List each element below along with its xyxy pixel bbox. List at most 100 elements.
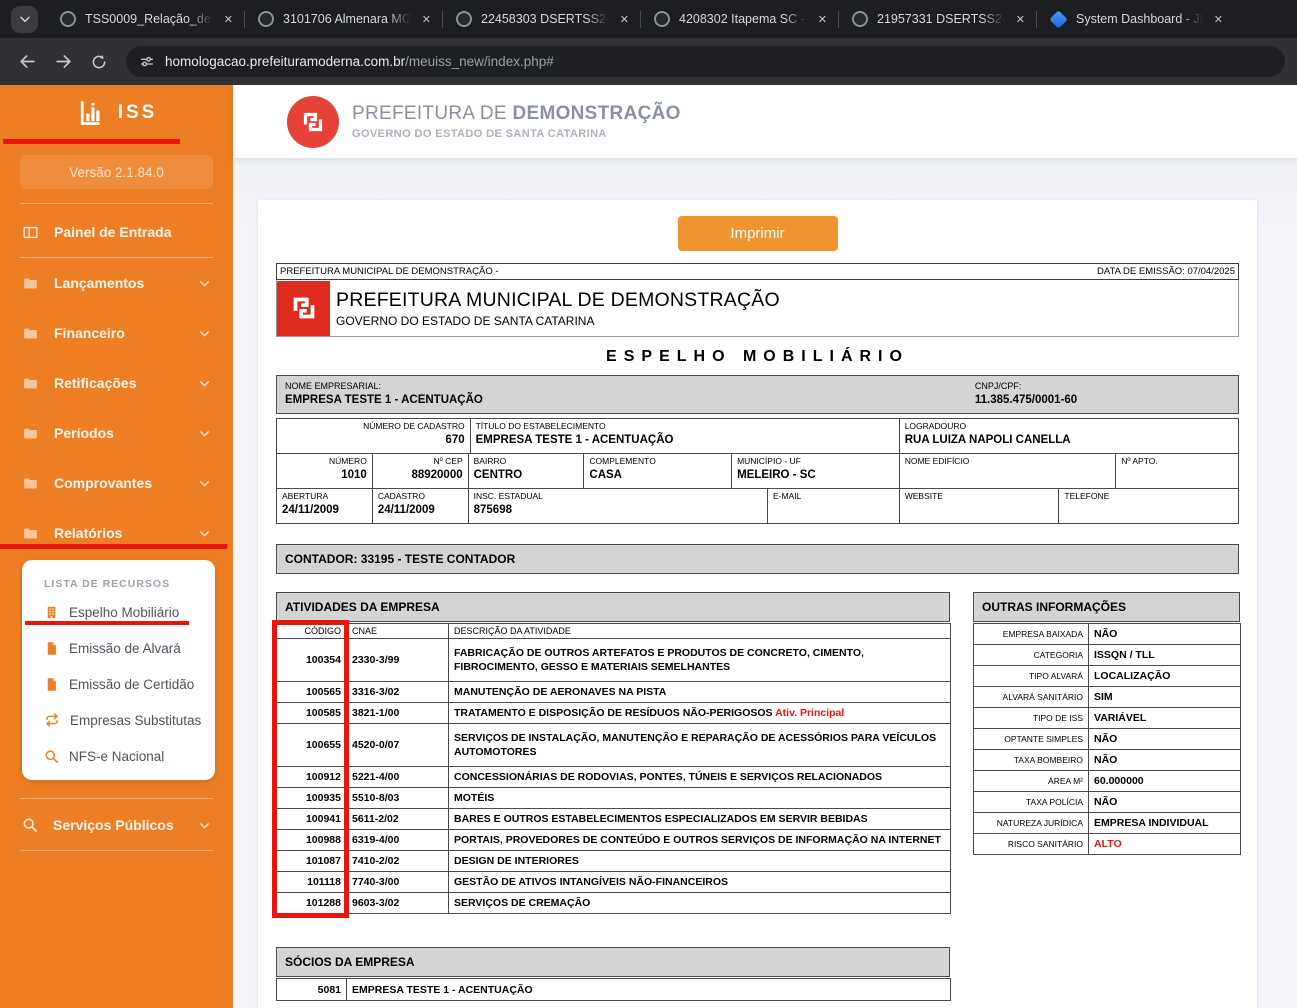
close-icon[interactable]: ✕ bbox=[420, 11, 433, 28]
folder-icon bbox=[22, 275, 39, 292]
activity-cnae: 6319-4/00 bbox=[347, 830, 449, 851]
version-button[interactable]: Versão 2.1.84.0 bbox=[20, 155, 213, 189]
document-meta-row: PREFEITURA MUNICIPAL DE DEMONSTRAÇÃO - D… bbox=[276, 263, 1239, 280]
print-button[interactable]: Imprimir bbox=[678, 216, 838, 251]
field-label: E-MAIL bbox=[773, 491, 894, 501]
field-value: 24/11/2009 bbox=[282, 504, 367, 516]
divider bbox=[20, 798, 213, 799]
table-row: CATEGORIAISSQN / TLL bbox=[974, 645, 1241, 666]
sidebar-item-lancamentos[interactable]: Lançamentos bbox=[0, 258, 233, 308]
sidebar-item-label: Retificações bbox=[54, 375, 183, 391]
browser-tab[interactable]: TSS0009_Relação_de_Mun ✕ bbox=[47, 11, 244, 28]
activity-code: 100941 bbox=[277, 809, 347, 830]
info-label: TAXA BOMBEIRO bbox=[974, 750, 1089, 771]
activity-description: TRATAMENTO E DISPOSIÇÃO DE RESÍDUOS NÃO-… bbox=[449, 703, 951, 724]
dashboard-icon bbox=[22, 224, 39, 241]
reload-button[interactable] bbox=[84, 47, 114, 77]
table-row: 1010877410-2/02DESIGN DE INTERIORES bbox=[277, 851, 951, 872]
site-favicon-icon bbox=[654, 11, 670, 27]
forward-button[interactable] bbox=[48, 47, 78, 77]
table-row: 1009886319-4/00PORTAIS, PROVEDORES DE CO… bbox=[277, 830, 951, 851]
browser-tab-jira[interactable]: System Dashboard - JIRA ✕ bbox=[1037, 11, 1234, 28]
table-row: 1009125221-4/00CONCESSIONÁRIAS DE RODOVI… bbox=[277, 767, 951, 788]
back-button[interactable] bbox=[12, 47, 42, 77]
field-label: CNPJ/CPF: bbox=[975, 381, 1230, 391]
submenu-item-emissao-de-certidao[interactable]: Emissão de Certidão bbox=[44, 666, 215, 702]
folder-icon bbox=[22, 525, 39, 542]
table-row: TAXA POLÍCIANÃO bbox=[974, 792, 1241, 813]
sidebar-item-label: Relatórios bbox=[54, 525, 183, 541]
field-value: RUA LUIZA NAPOLI CANELLA bbox=[905, 434, 1233, 446]
other-info-section: OUTRAS INFORMAÇÕES EMPRESA BAIXADANÃO CA… bbox=[973, 592, 1240, 855]
browser-tab[interactable]: 21957331 DSERTSS2-1674 ✕ bbox=[839, 11, 1036, 28]
info-value: NÃO bbox=[1089, 624, 1241, 645]
close-icon[interactable]: ✕ bbox=[222, 11, 235, 28]
submenu-item-label: NFS-e Nacional bbox=[69, 749, 164, 764]
info-label: RISCO SANITÁRIO bbox=[974, 834, 1089, 855]
activity-code: 100354 bbox=[277, 639, 347, 682]
browser-tab[interactable]: 3101706 Almenara MG - T ✕ bbox=[245, 11, 442, 28]
sidebar-item-painel-de-entrada[interactable]: Painel de Entrada bbox=[0, 207, 233, 257]
close-icon[interactable]: ✕ bbox=[1212, 11, 1225, 28]
browser-tab[interactable]: 22458303 DSERTSS2-1698 ✕ bbox=[443, 11, 640, 28]
close-icon[interactable]: ✕ bbox=[618, 11, 631, 28]
column-header-cnae: CNAE bbox=[347, 624, 449, 639]
table-row: 1012889603-3/02SERVIÇOS DE CREMAÇÃO bbox=[277, 893, 951, 914]
main-activity-badge: Ativ. Principal bbox=[775, 707, 844, 719]
activity-cnae: 5221-4/00 bbox=[347, 767, 449, 788]
address-bar[interactable]: homologacao.prefeituramoderna.com.br/meu… bbox=[126, 46, 1285, 77]
activity-code: 101087 bbox=[277, 851, 347, 872]
app-name: ISS bbox=[118, 102, 158, 124]
activity-cnae: 5510-8/03 bbox=[347, 788, 449, 809]
info-value: NÃO bbox=[1089, 750, 1241, 771]
sidebar-item-relatorios[interactable]: Relatórios bbox=[0, 508, 233, 558]
url-text: homologacao.prefeituramoderna.com.br/meu… bbox=[165, 54, 554, 69]
submenu-header: LISTA DE RECURSOS bbox=[44, 578, 215, 590]
field-value: CENTRO bbox=[474, 469, 579, 481]
activity-code: 100565 bbox=[277, 682, 347, 703]
field-label: INSC. ESTADUAL bbox=[474, 491, 762, 501]
close-icon[interactable]: ✕ bbox=[1014, 11, 1027, 28]
browser-tab[interactable]: 4208302 Itapema SC - TSS ✕ bbox=[641, 11, 838, 28]
submenu-item-emissao-de-alvara[interactable]: Emissão de Alvará bbox=[44, 630, 215, 666]
table-row: ÁREA M²60.000000 bbox=[974, 771, 1241, 792]
activity-description: PORTAIS, PROVEDORES DE CONTEÚDO E OUTROS… bbox=[449, 830, 951, 851]
bar-chart-icon bbox=[76, 98, 106, 128]
site-favicon-icon bbox=[258, 11, 274, 27]
info-value: NÃO bbox=[1089, 729, 1241, 750]
org-subtitle: GOVERNO DO ESTADO DE SANTA CATARINA bbox=[330, 314, 780, 328]
field-label: TELEFONE bbox=[1064, 491, 1233, 501]
sidebar-item-comprovantes[interactable]: Comprovantes bbox=[0, 458, 233, 508]
field-value: 24/11/2009 bbox=[378, 504, 463, 516]
close-icon[interactable]: ✕ bbox=[816, 11, 829, 28]
field-value: 1010 bbox=[282, 469, 367, 481]
submenu-item-empresas-substitutas[interactable]: Empresas Substitutas bbox=[44, 702, 215, 738]
table-row: 1006554520-0/07SERVIÇOS DE INSTALAÇÃO, M… bbox=[277, 724, 951, 767]
info-value: SIM bbox=[1089, 687, 1241, 708]
submenu-item-label: Emissão de Certidão bbox=[69, 677, 194, 692]
document-org-header: PREFEITURA MUNICIPAL DE DEMONSTRAÇÃO GOV… bbox=[276, 280, 1239, 337]
field-value: CASA bbox=[589, 469, 726, 481]
info-label: TAXA POLÍCIA bbox=[974, 792, 1089, 813]
info-value: VARIÁVEL bbox=[1089, 708, 1241, 729]
sidebar-item-periodos[interactable]: Períodos bbox=[0, 408, 233, 458]
chevron-down-icon bbox=[198, 819, 211, 832]
page-title: PREFEITURA DE DEMONSTRAÇÃO bbox=[352, 103, 681, 125]
submenu-item-nfse-nacional[interactable]: NFS-e Nacional bbox=[44, 738, 215, 774]
info-label: ALVARÁ SANITÁRIO bbox=[974, 687, 1089, 708]
sidebar-item-label: Comprovantes bbox=[54, 475, 183, 491]
annotation-underline-relatorios bbox=[0, 544, 227, 549]
sidebar-item-retificacoes[interactable]: Retificações bbox=[0, 358, 233, 408]
activity-description: GESTÃO DE ATIVOS INTANGÍVEIS NÃO-FINANCE… bbox=[449, 872, 951, 893]
table-row: 1009415611-2/02BARES E OUTROS ESTABELECI… bbox=[277, 809, 951, 830]
table-row: 1011187740-3/00GESTÃO DE ATIVOS INTANGÍV… bbox=[277, 872, 951, 893]
activity-cnae: 5611-2/02 bbox=[347, 809, 449, 830]
sidebar-item-label: Painel de Entrada bbox=[54, 224, 211, 240]
activity-description: SERVIÇOS DE CREMAÇÃO bbox=[449, 893, 951, 914]
table-row: 1005653316-3/02MANUTENÇÃO DE AERONAVES N… bbox=[277, 682, 951, 703]
table-row: ALVARÁ SANITÁRIOSIM bbox=[974, 687, 1241, 708]
sidebar-item-label: Serviços Públicos bbox=[53, 817, 183, 833]
sidebar-item-servicos-publicos[interactable]: Serviços Públicos bbox=[0, 801, 233, 849]
tab-search-button[interactable] bbox=[11, 6, 38, 33]
sidebar-item-financeiro[interactable]: Financeiro bbox=[0, 308, 233, 358]
